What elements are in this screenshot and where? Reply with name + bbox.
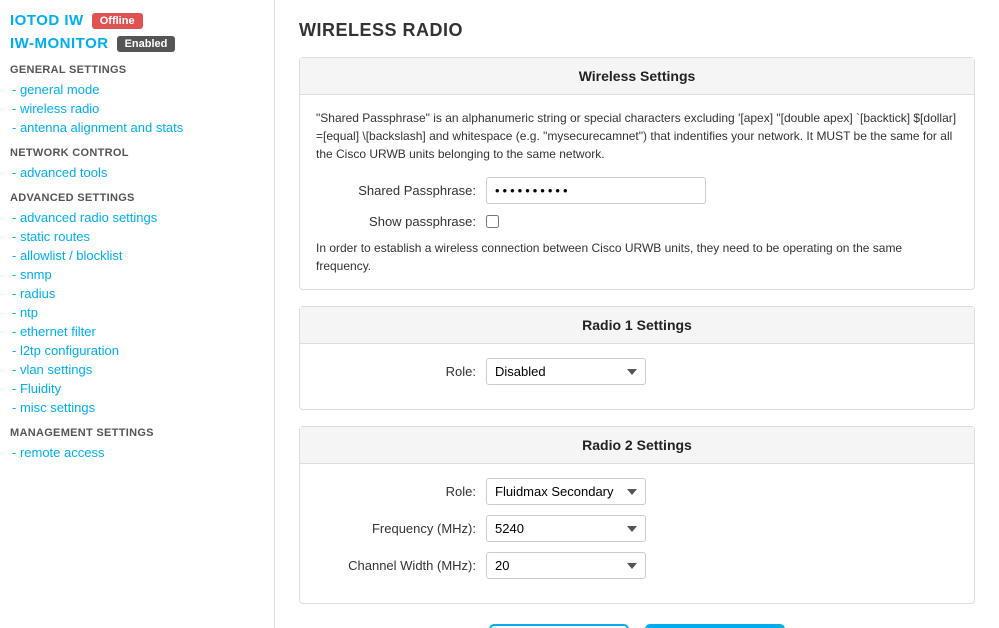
wireless-settings-body: "Shared Passphrase" is an alphanumeric s…: [300, 95, 974, 289]
radio2-role-select[interactable]: Disabled Fluidmax Primary Fluidmax Secon…: [486, 478, 646, 505]
radio2-channel-width-row: Channel Width (MHz): 20 40 80: [316, 552, 958, 579]
management-settings-label: MANAGEMENT SETTINGS: [10, 427, 264, 439]
show-passphrase-row: Show passphrase:: [316, 214, 958, 229]
sidebar-item-ntp[interactable]: - ntp: [10, 303, 264, 322]
sidebar: IOTOD IW Offline IW-MONITOR Enabled GENE…: [0, 0, 275, 628]
sidebar-item-remote-access[interactable]: - remote access: [10, 443, 264, 462]
offline-badge: Offline: [92, 13, 143, 29]
radio2-settings-card: Radio 2 Settings Role: Disabled Fluidmax…: [299, 426, 975, 604]
main-content: WIRELESS RADIO Wireless Settings "Shared…: [275, 0, 999, 628]
show-passphrase-checkbox[interactable]: [486, 215, 499, 228]
sidebar-monitor-label: IW-MONITOR: [10, 35, 109, 52]
sidebar-item-general-mode[interactable]: - general mode: [10, 80, 264, 99]
page-title: WIRELESS RADIO: [299, 20, 975, 41]
sidebar-item-static-routes[interactable]: - static routes: [10, 227, 264, 246]
frequency-note-text: In order to establish a wireless connect…: [316, 239, 958, 275]
network-control-label: NETWORK CONTROL: [10, 147, 264, 159]
sidebar-item-misc-settings[interactable]: - misc settings: [10, 398, 264, 417]
radio1-settings-card: Radio 1 Settings Role: Disabled Fluidmax…: [299, 306, 975, 410]
radio2-channel-width-select[interactable]: 20 40 80: [486, 552, 646, 579]
sidebar-item-ethernet-filter[interactable]: - ethernet filter: [10, 322, 264, 341]
sidebar-header: IOTOD IW Offline: [10, 12, 264, 29]
sidebar-item-radius[interactable]: - radius: [10, 284, 264, 303]
sidebar-item-allowlist-blocklist[interactable]: - allowlist / blocklist: [10, 246, 264, 265]
radio2-frequency-row: Frequency (MHz): 5180 5200 5220 5240 526…: [316, 515, 958, 542]
radio2-channel-width-label: Channel Width (MHz):: [316, 558, 476, 573]
radio1-role-row: Role: Disabled Fluidmax Primary Fluidmax…: [316, 358, 958, 385]
enabled-badge: Enabled: [117, 36, 176, 52]
radio1-settings-header: Radio 1 Settings: [300, 307, 974, 344]
radio2-role-row: Role: Disabled Fluidmax Primary Fluidmax…: [316, 478, 958, 505]
radio2-settings-body: Role: Disabled Fluidmax Primary Fluidmax…: [300, 464, 974, 603]
wireless-info-text: "Shared Passphrase" is an alphanumeric s…: [316, 109, 958, 163]
sidebar-item-fluidity[interactable]: - Fluidity: [10, 379, 264, 398]
radio1-settings-body: Role: Disabled Fluidmax Primary Fluidmax…: [300, 344, 974, 409]
sidebar-item-vlan-settings[interactable]: - vlan settings: [10, 360, 264, 379]
passphrase-row: Shared Passphrase:: [316, 177, 958, 204]
save-button[interactable]: Save: [645, 624, 785, 628]
wireless-settings-card: Wireless Settings "Shared Passphrase" is…: [299, 57, 975, 290]
sidebar-item-antenna-alignment[interactable]: - antenna alignment and stats: [10, 118, 264, 137]
radio1-role-select[interactable]: Disabled Fluidmax Primary Fluidmax Secon…: [486, 358, 646, 385]
reset-button[interactable]: Reset: [489, 624, 629, 628]
radio2-role-label: Role:: [316, 484, 476, 499]
radio1-role-label: Role:: [316, 364, 476, 379]
radio2-frequency-select[interactable]: 5180 5200 5220 5240 5260 5280 5300 5320: [486, 515, 646, 542]
radio2-frequency-label: Frequency (MHz):: [316, 521, 476, 536]
sidebar-monitor-row: IW-MONITOR Enabled: [10, 35, 264, 52]
sidebar-item-advanced-radio-settings[interactable]: - advanced radio settings: [10, 208, 264, 227]
sidebar-item-advanced-tools[interactable]: - advanced tools: [10, 163, 264, 182]
radio2-settings-header: Radio 2 Settings: [300, 427, 974, 464]
wireless-settings-header: Wireless Settings: [300, 58, 974, 95]
sidebar-item-snmp[interactable]: - snmp: [10, 265, 264, 284]
sidebar-item-l2tp-configuration[interactable]: - l2tp configuration: [10, 341, 264, 360]
buttons-row: Reset Save: [299, 624, 975, 628]
sidebar-item-wireless-radio[interactable]: - wireless radio: [10, 99, 264, 118]
sidebar-logo: IOTOD IW: [10, 12, 84, 29]
passphrase-input[interactable]: [486, 177, 706, 204]
passphrase-label: Shared Passphrase:: [316, 183, 476, 198]
show-passphrase-label: Show passphrase:: [316, 214, 476, 229]
advanced-settings-label: ADVANCED SETTINGS: [10, 192, 264, 204]
general-settings-label: GENERAL SETTINGS: [10, 64, 264, 76]
